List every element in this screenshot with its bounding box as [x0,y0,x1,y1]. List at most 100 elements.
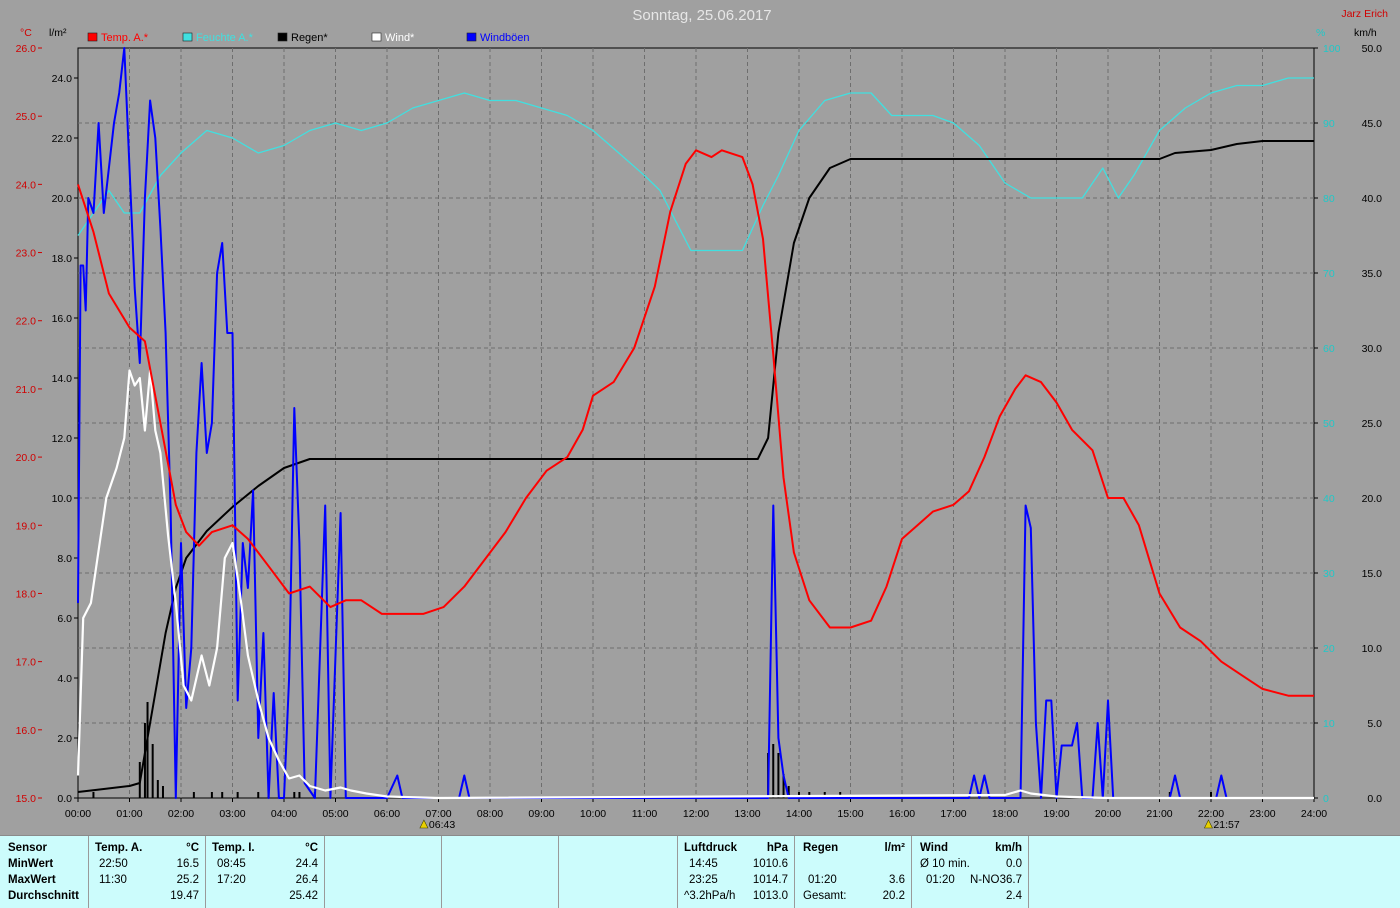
temp-tick-label: 19.0 [16,520,37,532]
legend-swatch [182,32,193,42]
time-tick-label: 23:00 [1249,808,1275,820]
legend-swatch [466,32,477,42]
stats-col-wind: Wind km/h Ø 10 min. 0.0 01:20 N-NO 36.7 … [912,836,1029,908]
temp-tick-label: 20.0 [16,452,37,464]
time-tick-label: 21:00 [1146,808,1172,820]
temp-a-min-val: 16.5 [176,858,199,870]
humidity-tick-label: 20 [1323,643,1335,655]
time-tick-label: 16:00 [889,808,915,820]
stats-col-rain: Regen l/m² 01:20 3.6 Gesamt: 20.2 [795,836,912,908]
wind-tick-label: 10.0 [1362,643,1383,655]
rain-tick-label: 2.0 [57,733,72,745]
humidity-tick-label: 0 [1323,793,1329,805]
stats-col-sensor: Sensor MinWert MaxWert Durchschnitt [0,836,89,908]
time-tick-label: 10:00 [580,808,606,820]
time-tick-label: 05:00 [322,808,348,820]
temp-a-min-time: 22:50 [99,858,128,870]
statistics-panel: Sensor MinWert MaxWert Durchschnitt Temp… [0,835,1400,908]
legend-swatch [371,32,382,42]
stats-max-label: MaxWert [8,874,56,886]
wind-tick-label: 40.0 [1362,193,1383,205]
stats-col-temp-i: Temp. I. °C 08:45 24.4 17:20 26.4 25.42 [206,836,325,908]
rain-tick-label: 14.0 [52,373,73,385]
time-tick-label: 08:00 [477,808,503,820]
wind-tick-label: 25.0 [1362,418,1383,430]
wind-tick-label: 45.0 [1362,118,1383,130]
stats-col-empty-2 [442,836,559,908]
weather-chart: Sonntag, 25.06.2017 Jarz Erich °C l/m² %… [0,0,1400,835]
rain-tick-label: 8.0 [57,553,72,565]
wind-unit-label: km/h [1354,27,1377,39]
sunset-label: 21:57 [1213,819,1239,831]
legend-label: Windböen [480,32,530,44]
temp-i-min-time: 08:45 [217,858,246,870]
chart-title: Sonntag, 25.06.2017 [632,7,771,24]
humidity-tick-label: 50 [1323,418,1335,430]
temp-tick-label: 26.0 [16,43,37,55]
humidity-tick-label: 90 [1323,118,1335,130]
time-tick-label: 18:00 [992,808,1018,820]
rain-total-val: 20.2 [882,890,905,902]
wind-avg10-label: Ø 10 min. [920,858,970,870]
humidity-tick-label: 100 [1323,43,1341,55]
rain-bar [151,744,154,798]
humidity-unit-label: % [1316,27,1325,39]
temp-tick-label: 23.0 [16,248,37,260]
rain-bar [236,792,239,798]
wind-max-val: 36.7 [999,874,1022,886]
temp-tick-label: 17.0 [16,657,37,669]
temp-i-max-val: 26.4 [295,874,318,886]
rain-bar [161,786,164,798]
humidity-tick-label: 80 [1323,193,1335,205]
rain-bar [210,792,213,798]
sunrise-label: 06:43 [429,819,455,831]
wind-tick-label: 50.0 [1362,43,1383,55]
rain-bar [772,744,775,798]
humidity-tick-label: 70 [1323,268,1335,280]
time-tick-label: 09:00 [528,808,554,820]
wind-tick-label: 30.0 [1362,343,1383,355]
rain-tick-label: 6.0 [57,613,72,625]
pressure-max-time: 23:25 [689,874,718,886]
temp-a-max-time: 11:30 [99,874,127,886]
stats-avg-label: Durchschnitt [8,890,79,902]
rain-bar [92,792,95,798]
pressure-unit: hPa [766,842,788,854]
rain-tick-label: 18.0 [52,253,73,265]
rain-tick-label: 10.0 [52,493,73,505]
legend-label: Feuchte A.* [196,32,254,44]
humidity-tick-label: 40 [1323,493,1335,505]
temp-a-head: Temp. A. [95,842,143,854]
author-label: Jarz Erich [1341,8,1388,20]
temp-i-max-time: 17:20 [217,874,246,886]
wind-tick-label: 0.0 [1367,793,1382,805]
legend-label: Regen* [291,32,328,44]
wind-max-dir: N-NO [970,874,1000,886]
time-tick-label: 00:00 [65,808,91,820]
temp-i-min-val: 24.4 [295,858,318,870]
legend-label: Wind* [385,32,415,44]
time-tick-label: 11:00 [632,808,658,820]
humidity-tick-label: 30 [1323,568,1335,580]
rain-max-time: 01:20 [808,874,837,886]
time-tick-label: 14:00 [786,808,812,820]
rain-tick-label: 4.0 [57,673,72,685]
rain-bar [156,780,159,798]
temp-tick-label: 18.0 [16,588,37,600]
stats-col-temp-a: Temp. A. °C 22:50 16.5 11:30 25.2 19.47 [89,836,206,908]
wind-head: Wind [920,842,948,854]
humidity-tick-label: 60 [1323,343,1335,355]
temp-tick-label: 15.0 [16,793,37,805]
time-tick-label: 17:00 [940,808,966,820]
stats-col-empty-1 [325,836,442,908]
pressure-min-val: 1010.6 [752,858,788,870]
temp-a-max-val: 25.2 [176,874,199,886]
stats-sensor-head: Sensor [8,842,47,854]
temp-a-avg-val: 19.47 [170,890,199,902]
rain-unit-label: l/m² [49,27,67,39]
temp-tick-label: 21.0 [16,384,37,396]
time-tick-label: 06:00 [374,808,400,820]
temp-unit-label: °C [20,27,32,39]
time-tick-label: 04:00 [271,808,297,820]
pressure-avg-val: 1013.0 [752,890,788,902]
